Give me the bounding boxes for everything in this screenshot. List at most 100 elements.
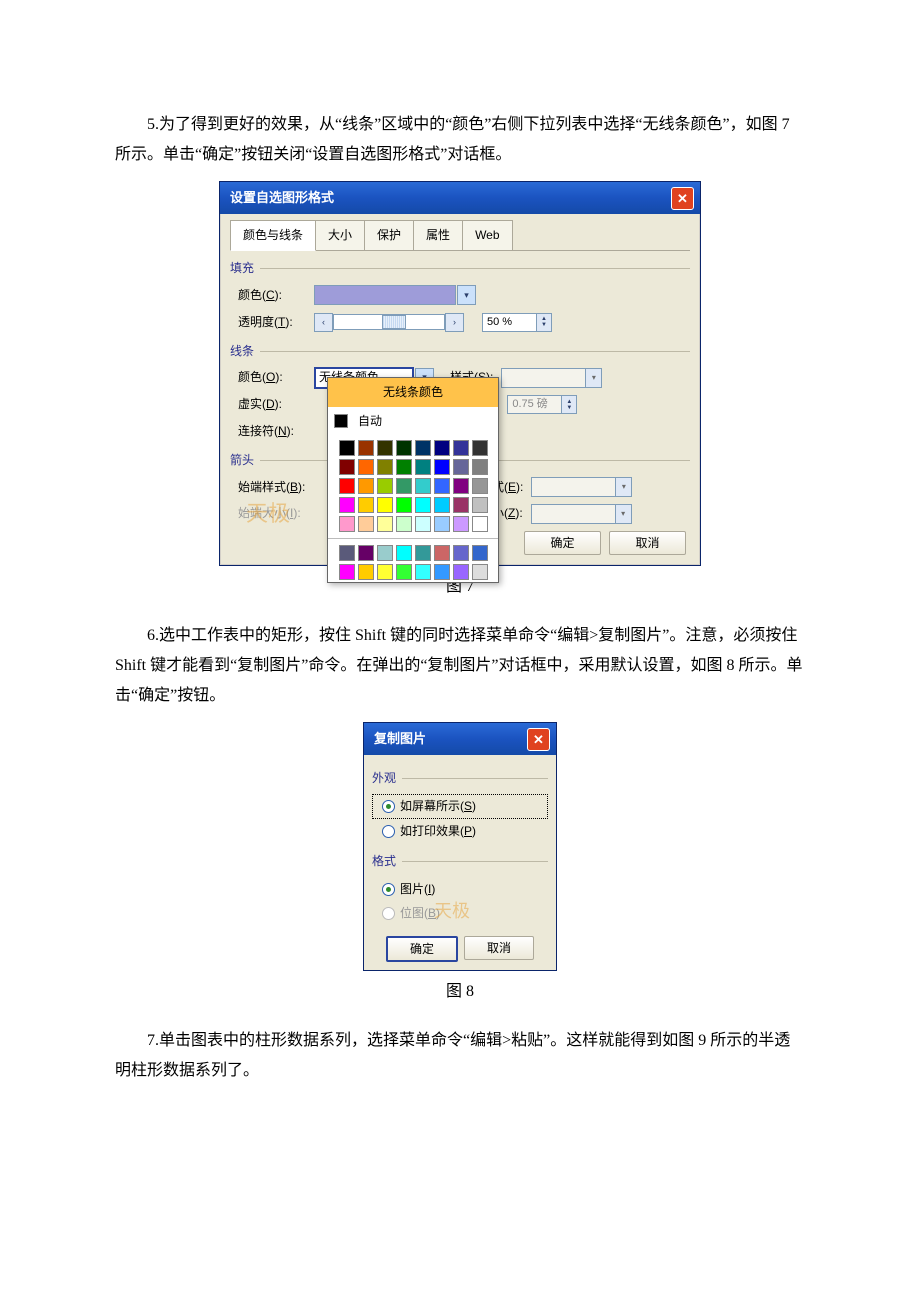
color-swatch[interactable] [434,545,450,561]
dropdown-icon: ▾ [585,369,601,387]
color-swatch[interactable] [358,497,374,513]
color-swatch[interactable] [453,440,469,456]
color-swatch[interactable] [339,459,355,475]
slider-track[interactable] [333,314,445,330]
color-swatch[interactable] [377,497,393,513]
color-swatch[interactable] [453,459,469,475]
color-swatch[interactable] [377,564,393,580]
color-swatch[interactable] [396,545,412,561]
transparency-slider[interactable]: ‹ › [314,314,464,330]
chevron-right-icon[interactable]: › [445,313,464,332]
close-icon[interactable]: ✕ [527,728,550,751]
color-swatch[interactable] [472,459,488,475]
color-swatch[interactable] [472,478,488,494]
color-swatch[interactable] [396,440,412,456]
end-size-select[interactable]: ▾ [531,504,632,524]
tab-size[interactable]: 大小 [315,220,365,250]
color-swatch[interactable] [415,478,431,494]
color-swatch[interactable] [453,516,469,532]
group-format: 格式 [372,850,548,873]
color-swatch[interactable] [358,564,374,580]
color-swatch[interactable] [358,545,374,561]
copy-picture-dialog: 复制图片 ✕ 外观 如屏幕所示(S) 如打印效果(P) 格式 图片(I) [363,722,557,971]
color-swatch[interactable] [339,516,355,532]
dialog-title: 设置自选图形格式 [230,186,334,211]
color-swatch[interactable] [339,478,355,494]
tab-web[interactable]: Web [462,220,512,250]
spinner-arrows-icon[interactable]: ▲▼ [561,396,576,413]
color-swatch[interactable] [415,516,431,532]
color-swatch[interactable] [358,459,374,475]
dialog-titlebar[interactable]: 复制图片 ✕ [364,723,556,756]
color-swatch[interactable] [434,459,450,475]
color-swatch[interactable] [472,516,488,532]
chevron-left-icon[interactable]: ‹ [314,313,333,332]
tab-protect[interactable]: 保护 [364,220,414,250]
color-swatch[interactable] [415,459,431,475]
color-swatch[interactable] [415,497,431,513]
style-select[interactable]: ▾ [501,368,602,388]
color-swatch[interactable] [339,545,355,561]
color-swatch[interactable] [453,564,469,580]
color-swatch[interactable] [434,440,450,456]
color-swatch[interactable] [453,497,469,513]
color-swatches-extra [328,540,498,582]
ok-button[interactable]: 确定 [386,936,458,962]
color-swatch[interactable] [377,478,393,494]
color-swatch[interactable] [472,497,488,513]
popup-auto[interactable]: 自动 [328,407,498,436]
cancel-button[interactable]: 取消 [609,531,686,555]
radio-label: 位图(B) [400,902,440,925]
color-swatch[interactable] [472,545,488,561]
transparency-spinner[interactable]: 50 % ▲▼ [482,313,552,332]
color-swatch[interactable] [377,516,393,532]
slider-thumb[interactable] [382,315,406,329]
tab-strip: 颜色与线条 大小 保护 属性 Web [230,220,690,251]
weight-spinner[interactable]: 0.75 磅 ▲▼ [507,395,577,414]
color-swatch[interactable] [434,478,450,494]
color-swatch[interactable] [396,478,412,494]
dialog-titlebar[interactable]: 设置自选图形格式 ✕ [220,182,700,215]
color-swatch[interactable] [396,497,412,513]
cancel-button[interactable]: 取消 [464,936,534,960]
close-icon[interactable]: ✕ [671,187,694,210]
color-swatch[interactable] [358,478,374,494]
color-swatch[interactable] [377,440,393,456]
color-swatch[interactable] [434,564,450,580]
label-begin-size: 始端大小(I): [230,502,324,525]
color-swatch[interactable] [396,516,412,532]
color-swatches [328,435,498,537]
radio-as-print[interactable]: 如打印效果(P) [372,819,548,844]
radio-picture[interactable]: 图片(I) [372,877,548,902]
color-swatch[interactable] [377,459,393,475]
color-swatch[interactable] [358,440,374,456]
fill-color-well[interactable] [314,285,456,305]
label-connector: 连接符(N): [230,420,314,443]
color-swatch[interactable] [453,478,469,494]
dropdown-icon[interactable]: ▾ [457,285,476,305]
tab-colors-lines[interactable]: 颜色与线条 [230,220,316,251]
color-swatch[interactable] [358,516,374,532]
color-swatch[interactable] [415,564,431,580]
color-swatch[interactable] [396,564,412,580]
color-swatch[interactable] [453,545,469,561]
color-swatch[interactable] [434,497,450,513]
paragraph-7: 7.单击图表中的柱形数据系列，选择菜单命令“编辑>粘贴”。这样就能得到如图 9 … [115,1026,805,1087]
color-swatch[interactable] [396,459,412,475]
color-swatch[interactable] [415,545,431,561]
radio-as-screen[interactable]: 如屏幕所示(S) [372,794,548,819]
color-swatch[interactable] [472,440,488,456]
color-swatch[interactable] [472,564,488,580]
popup-no-line-color[interactable]: 无线条颜色 [328,378,498,407]
color-swatch[interactable] [339,440,355,456]
label-transparency: 透明度(T): [230,311,314,334]
color-swatch[interactable] [434,516,450,532]
color-swatch[interactable] [377,545,393,561]
ok-button[interactable]: 确定 [524,531,601,555]
color-swatch[interactable] [339,564,355,580]
tab-properties[interactable]: 属性 [413,220,463,250]
end-style-select[interactable]: ▾ [531,477,632,497]
spinner-arrows-icon[interactable]: ▲▼ [536,314,551,331]
color-swatch[interactable] [339,497,355,513]
color-swatch[interactable] [415,440,431,456]
